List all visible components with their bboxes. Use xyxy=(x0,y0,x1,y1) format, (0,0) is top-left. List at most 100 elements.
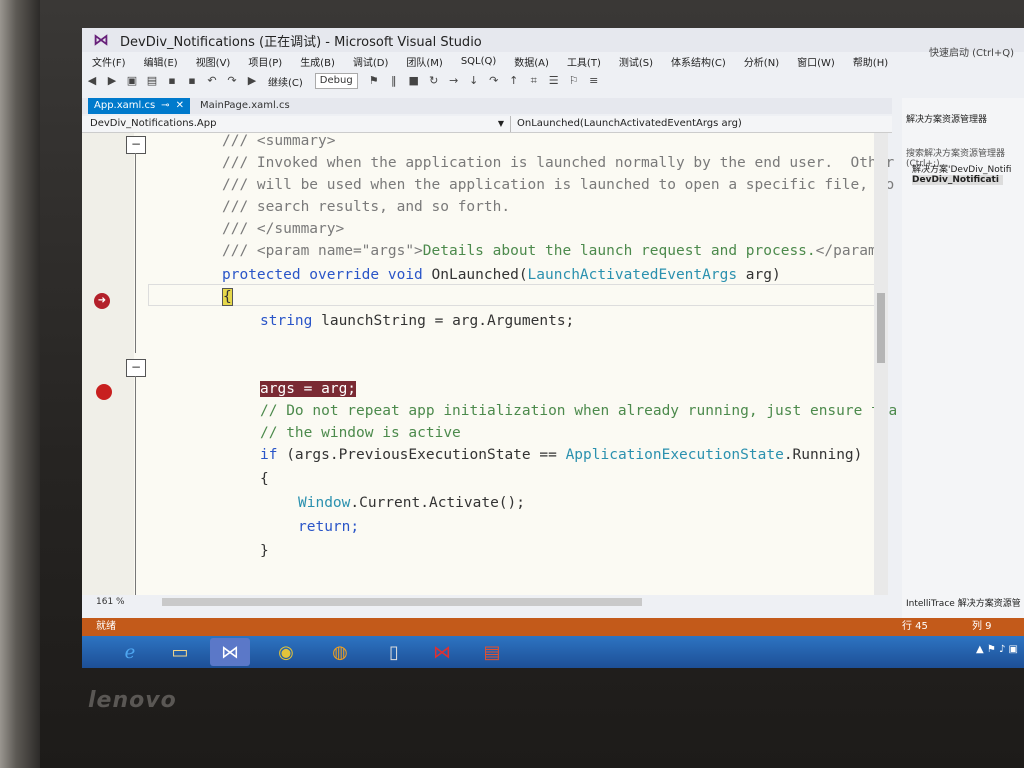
open-file-icon[interactable]: ▤ xyxy=(145,74,159,88)
code-editor[interactable]: ➜ − − /// <summary> /// Invoked when the… xyxy=(82,133,897,595)
file-explorer-icon[interactable]: ▭ xyxy=(160,638,200,666)
internet-explorer-icon[interactable]: ℯ xyxy=(110,638,150,666)
editor-footer: 161 % xyxy=(82,595,892,609)
menu-build[interactable]: 生成(B) xyxy=(300,54,335,69)
menu-test[interactable]: 测试(S) xyxy=(619,54,653,69)
code-line: /// will be used when the application is… xyxy=(222,177,895,193)
scrollbar-thumb[interactable] xyxy=(877,293,885,363)
tree-item-project[interactable]: DevDiv_Notificati xyxy=(912,175,1003,185)
undo-icon[interactable]: ↶ xyxy=(205,74,219,88)
forward-icon[interactable]: ▶ xyxy=(105,74,119,88)
comment-icon[interactable]: ≡ xyxy=(587,74,601,88)
visual-studio-red-icon[interactable]: ⋈ xyxy=(422,638,462,666)
code-token: Details about the launch request and pro… xyxy=(422,243,816,259)
class-dropdown[interactable]: DevDiv_Notifications.App ▼ xyxy=(82,116,511,132)
code-line: /// <param name="args">Details about the… xyxy=(222,243,885,259)
code-token: launchString = arg.Arguments; xyxy=(312,313,575,329)
code-token: LaunchActivatedEventArgs xyxy=(527,267,738,283)
step-over-icon[interactable]: ↷ xyxy=(487,74,501,88)
app-icon[interactable]: ▤ xyxy=(472,638,512,666)
code-line: { xyxy=(260,471,269,487)
title-bar: ⋈ DevDiv_Notifications (正在调试) - Microsof… xyxy=(82,28,1024,52)
configuration-select[interactable]: Debug xyxy=(314,73,358,89)
code-line: // the window is active xyxy=(260,425,461,441)
menu-edit[interactable]: 编辑(E) xyxy=(144,54,178,69)
member-dropdown[interactable]: OnLaunched(LaunchActivatedEventArgs arg) xyxy=(511,116,742,132)
status-bar: 就绪 行 45 列 9 xyxy=(82,618,1024,636)
tab-solution-explorer[interactable]: 解决方案资源管 xyxy=(958,599,1021,609)
menu-tools[interactable]: 工具(T) xyxy=(567,54,601,69)
threads-icon[interactable]: ☰ xyxy=(547,74,561,88)
tab-mainpage-xaml-cs[interactable]: MainPage.xaml.cs xyxy=(194,98,296,114)
code-line: /// <summary> xyxy=(222,133,336,149)
system-tray[interactable]: ▲ ⚑ ♪ ▣ xyxy=(976,644,1018,655)
menu-debug[interactable]: 调试(D) xyxy=(353,54,389,69)
collapse-icon[interactable]: − xyxy=(126,359,146,377)
save-all-icon[interactable]: ▪ xyxy=(185,74,199,88)
code-line: } xyxy=(260,543,269,559)
member-dropdown-label: OnLaunched(LaunchActivatedEventArgs arg) xyxy=(517,118,742,129)
code-token: args = arg; xyxy=(260,381,357,397)
lenovo-logo: lenovo xyxy=(88,688,177,713)
browser-icon[interactable]: ◍ xyxy=(320,638,360,666)
code-line: { xyxy=(222,288,233,306)
vertical-scrollbar[interactable] xyxy=(874,133,888,595)
panel-tabs: IntelliTrace 解决方案资源管 xyxy=(906,596,1021,609)
breakpoint-icon[interactable] xyxy=(96,384,112,400)
new-project-icon[interactable]: ▣ xyxy=(125,74,139,88)
class-dropdown-label: DevDiv_Notifications.App xyxy=(90,118,217,129)
menu-team[interactable]: 团队(M) xyxy=(406,54,442,69)
menu-analyze[interactable]: 分析(N) xyxy=(744,54,779,69)
code-token: arg) xyxy=(737,267,781,283)
navigation-bar: DevDiv_Notifications.App ▼ OnLaunched(La… xyxy=(82,116,892,133)
show-next-statement-icon[interactable]: → xyxy=(447,74,461,88)
menu-project[interactable]: 项目(P) xyxy=(248,54,282,69)
continue-button[interactable]: 继续(C) xyxy=(268,74,303,89)
attach-icon[interactable]: ⚑ xyxy=(367,74,381,88)
collapse-icon[interactable]: − xyxy=(126,136,146,154)
step-into-icon[interactable]: ↓ xyxy=(467,74,481,88)
menu-file[interactable]: 文件(F) xyxy=(92,54,126,69)
pause-icon[interactable]: ‖ xyxy=(387,74,401,88)
menu-window[interactable]: 窗口(W) xyxy=(797,54,835,69)
tab-intellitrace[interactable]: IntelliTrace xyxy=(906,599,955,609)
visual-studio-taskbar-icon[interactable]: ⋈ xyxy=(210,638,250,666)
menu-data[interactable]: 数据(A) xyxy=(514,54,549,69)
close-icon[interactable]: ✕ xyxy=(176,99,184,113)
horizontal-scrollbar[interactable] xyxy=(162,598,642,606)
status-text: 就绪 xyxy=(96,621,116,632)
code-line: // Do not repeat app initialization when… xyxy=(260,403,898,419)
tab-app-xaml-cs[interactable]: App.xaml.cs ⊸ ✕ xyxy=(88,98,190,114)
step-out-icon[interactable]: ↑ xyxy=(507,74,521,88)
restart-icon[interactable]: ↻ xyxy=(427,74,441,88)
menu-bar: 文件(F) 编辑(E) 视图(V) 项目(P) 生成(B) 调试(D) 团队(M… xyxy=(82,52,1024,70)
phone-icon[interactable]: ▯ xyxy=(374,638,414,666)
document-tabs: App.xaml.cs ⊸ ✕ MainPage.xaml.cs xyxy=(82,98,892,114)
breakpoint-current-icon[interactable]: ➜ xyxy=(94,293,110,309)
code-token: ApplicationExecutionState xyxy=(565,447,784,463)
code-line: return; xyxy=(298,519,360,535)
pin-icon[interactable]: ⊸ xyxy=(161,99,169,113)
background-edge xyxy=(0,0,40,768)
redo-icon[interactable]: ↷ xyxy=(225,74,239,88)
code-token: .Current.Activate(); xyxy=(350,495,525,511)
code-token: { xyxy=(222,288,233,306)
back-icon[interactable]: ◀ xyxy=(85,74,99,88)
menu-sql[interactable]: SQL(Q) xyxy=(461,56,496,67)
continue-icon[interactable]: ▶ xyxy=(245,74,259,88)
windows-taskbar: ℯ ▭ ⋈ ◉ ◍ ▯ ⋈ ▤ ▲ ⚑ ♪ ▣ xyxy=(82,636,1024,668)
menu-help[interactable]: 帮助(H) xyxy=(853,54,888,69)
code-token: (args.PreviousExecutionState == xyxy=(277,447,566,463)
tree-item-solution[interactable]: 解决方案'DevDiv_Notifi xyxy=(912,162,1011,175)
bookmark-icon[interactable]: ⚐ xyxy=(567,74,581,88)
code-line: protected override void OnLaunched(Launc… xyxy=(222,267,781,283)
zoom-level[interactable]: 161 % xyxy=(96,597,125,607)
chrome-icon[interactable]: ◉ xyxy=(266,638,306,666)
hex-display-icon[interactable]: ⌗ xyxy=(527,74,541,88)
save-icon[interactable]: ▪ xyxy=(165,74,179,88)
menu-architecture[interactable]: 体系结构(C) xyxy=(671,54,726,69)
code-token: .Running) xyxy=(783,447,863,463)
menu-view[interactable]: 视图(V) xyxy=(196,54,231,69)
chevron-down-icon: ▼ xyxy=(497,119,504,128)
stop-icon[interactable]: ■ xyxy=(407,74,421,88)
